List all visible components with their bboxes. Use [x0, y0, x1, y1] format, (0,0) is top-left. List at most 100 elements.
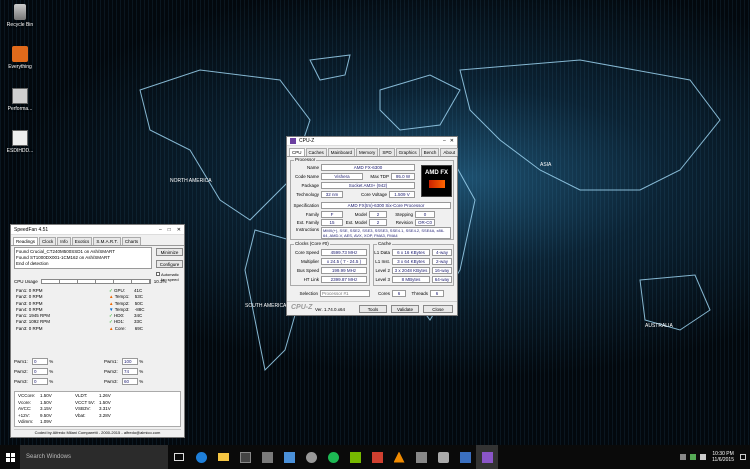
- close-button[interactable]: Close: [423, 305, 453, 313]
- minimize-button[interactable]: Minimize: [156, 248, 183, 256]
- pwm-input[interactable]: 100: [122, 358, 138, 365]
- pwm-input[interactable]: 60: [122, 378, 138, 385]
- close-window-icon[interactable]: ✕: [177, 227, 181, 233]
- search-box[interactable]: Search Windows: [20, 445, 168, 469]
- threads-value: 6: [430, 290, 444, 297]
- desktop-icon-everything[interactable]: Everything: [2, 46, 38, 88]
- taskbar-store[interactable]: [234, 445, 256, 469]
- voltage-value: 3.31V: [99, 406, 111, 411]
- taskbar-cpuz[interactable]: [476, 445, 498, 469]
- tab-mainboard[interactable]: Mainboard: [327, 148, 356, 156]
- tab-readings[interactable]: Readings: [13, 237, 39, 245]
- tab-caches[interactable]: Caches: [305, 148, 327, 156]
- tab-bench[interactable]: Bench: [420, 148, 440, 156]
- field-label: Code Name: [294, 174, 319, 179]
- taskbar-vlc[interactable]: [388, 445, 410, 469]
- temp-value: 50C: [134, 300, 143, 306]
- cpu-usage-row: CPU Usage 10.3%: [14, 279, 167, 284]
- tab-graphics[interactable]: Graphics: [395, 148, 420, 156]
- model-value: 2: [369, 211, 387, 218]
- instructions-row: Instructions MMX(+), SSE, SSE2, SSE3, SSS…: [291, 227, 451, 239]
- checkbox-box[interactable]: [156, 272, 160, 276]
- instructions-value: MMX(+), SSE, SSE2, SSE3, SSSE3, SSE4.1, …: [321, 227, 451, 239]
- fan-reading: Fan3: 0 RPM: [16, 325, 43, 331]
- pwm-input[interactable]: 74: [122, 368, 138, 375]
- cpuz-window: CPU-Z – ✕ CPU Caches Mainboard Memory SP…: [286, 136, 459, 316]
- tab-cpu[interactable]: CPU: [289, 148, 305, 156]
- speedfan-icon: [459, 451, 471, 463]
- name-value: AMD FX-6300: [321, 164, 415, 171]
- taskbar-app-6[interactable]: [432, 445, 454, 469]
- field-label: Package: [301, 183, 319, 188]
- notifications-button[interactable]: [740, 445, 750, 469]
- bus-speed-value: 199.99 MHz: [321, 267, 367, 274]
- tab-exotics[interactable]: Exotics: [71, 237, 93, 245]
- pwm-label: Pwm3:: [14, 379, 28, 384]
- field-label: L1 Data: [374, 250, 390, 255]
- notification-icon: [740, 454, 746, 460]
- pwm-input[interactable]: 0: [32, 378, 48, 385]
- taskbar-explorer[interactable]: [212, 445, 234, 469]
- recycle-bin-icon: [14, 4, 26, 20]
- start-button[interactable]: [0, 445, 20, 469]
- tools-button[interactable]: Tools: [359, 305, 387, 313]
- cpuz-footer: CPU-Z Ver. 1.74.0.x64 Tools Validate Clo…: [287, 301, 457, 315]
- taskbar-spotify[interactable]: [322, 445, 344, 469]
- configure-button[interactable]: Configure: [156, 260, 183, 268]
- minimize-window-icon[interactable]: –: [159, 227, 162, 233]
- processor-group: Processor Name AMD FX-6300 Code Name Vishe…: [290, 157, 454, 240]
- taskbar-app-4[interactable]: [366, 445, 388, 469]
- tab-charts[interactable]: Charts: [121, 237, 142, 245]
- tray-icon[interactable]: [690, 454, 697, 460]
- field-label: Cores: [377, 291, 390, 296]
- taskbar-nvidia[interactable]: [344, 445, 366, 469]
- tab-smart[interactable]: S.M.A.R.T.: [93, 237, 121, 245]
- temp-value: 69C: [134, 325, 143, 331]
- detection-log[interactable]: Found Crucial_CT240M500SSD1 on Ash/SMART…: [14, 247, 152, 269]
- label-south-america: SOUTH AMERICA: [245, 303, 287, 309]
- pwm-input[interactable]: 0: [32, 368, 48, 375]
- temp-value: 41C: [134, 288, 143, 293]
- taskbar-app-2[interactable]: [278, 445, 300, 469]
- tab-about[interactable]: About: [440, 148, 459, 156]
- field-label: HT Link: [303, 277, 319, 282]
- label-asia: ASIA: [540, 162, 552, 168]
- speedfan-titlebar[interactable]: SpeedFan 4.51 – □ ✕: [11, 225, 184, 235]
- app-icon: [415, 451, 427, 463]
- taskbar-app-3[interactable]: [300, 445, 322, 469]
- desktop-icon-esdi[interactable]: ESDIHDD...: [2, 130, 38, 172]
- tab-info[interactable]: Info: [57, 237, 71, 245]
- desktop-icon-performance[interactable]: Performa...: [2, 88, 38, 130]
- close-window-icon[interactable]: ✕: [450, 138, 454, 144]
- cpu-usage-bar: [40, 279, 151, 284]
- taskbar-edge[interactable]: [190, 445, 212, 469]
- taskbar-app-5[interactable]: [410, 445, 432, 469]
- taskbar-app-1[interactable]: [256, 445, 278, 469]
- voltage-value: 3.15V: [40, 406, 52, 411]
- clocks-group: Clocks (Core #0) Core Speed 4599.73 MHz M…: [290, 241, 370, 286]
- pwm-unit: %: [139, 379, 144, 384]
- pwm-input[interactable]: 0: [32, 358, 48, 365]
- tab-memory[interactable]: Memory: [356, 148, 379, 156]
- stepping-value: 0: [415, 211, 435, 218]
- validate-button[interactable]: Validate: [391, 305, 419, 313]
- taskbar-speedfan[interactable]: [454, 445, 476, 469]
- volume-icon[interactable]: [700, 454, 707, 460]
- minimize-window-icon[interactable]: –: [443, 138, 446, 144]
- tray-icon[interactable]: [680, 454, 687, 460]
- clock[interactable]: 10:30 PM 11/6/2015: [712, 451, 734, 463]
- cache-group: Cache L1 Data 6 x 16 KBytes 4-way L1 Inst.…: [373, 241, 454, 286]
- tab-clock[interactable]: Clock: [39, 237, 57, 245]
- flame-icon: ▲: [109, 294, 114, 300]
- task-view-button[interactable]: [168, 445, 190, 469]
- flame-icon: ▲: [109, 325, 114, 331]
- system-tray[interactable]: [680, 454, 707, 460]
- tab-spd[interactable]: SPD: [379, 148, 395, 156]
- tdp-value: 95.0 W: [391, 173, 415, 180]
- ext-model-value: 2: [369, 219, 387, 226]
- cpuz-titlebar[interactable]: CPU-Z – ✕: [287, 137, 457, 146]
- processor-select[interactable]: Processor #1: [320, 290, 370, 297]
- maximize-window-icon[interactable]: □: [168, 227, 171, 233]
- desktop-icon-recycle-bin[interactable]: Recycle Bin: [2, 4, 38, 46]
- l1-data-value: 6 x 16 KBytes: [392, 249, 430, 256]
